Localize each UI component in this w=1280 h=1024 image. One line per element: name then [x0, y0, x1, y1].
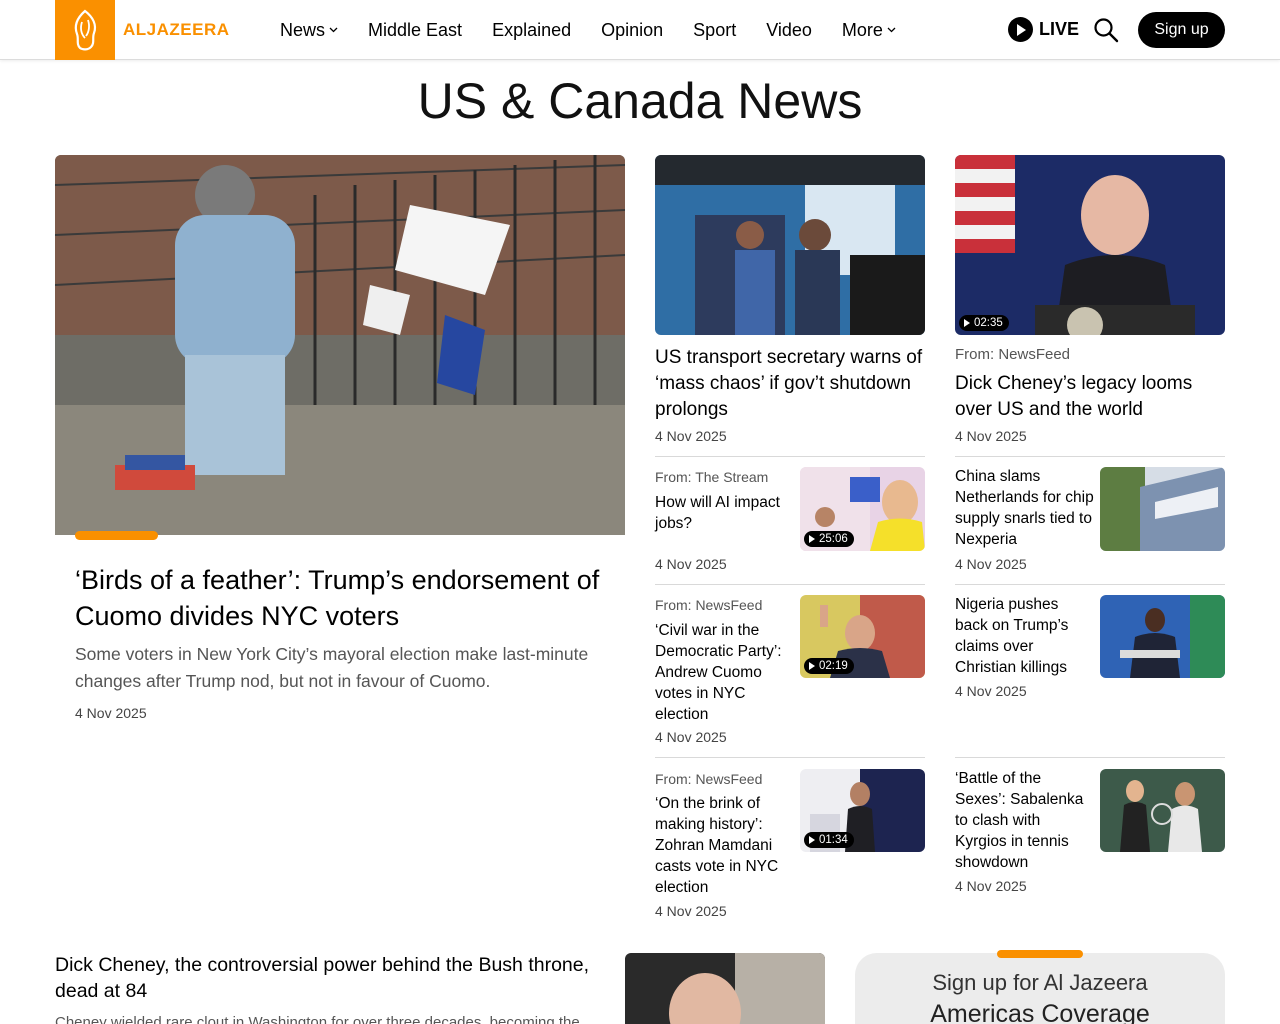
divider [655, 757, 925, 758]
cuomo-vote-headline[interactable]: ‘Civil war in the Democratic Party’: And… [655, 620, 795, 725]
cheney-legacy-date: 4 Nov 2025 [955, 428, 1027, 444]
play-icon [809, 535, 815, 543]
mamdani-vote-image[interactable]: 01:34 [800, 769, 925, 852]
video-duration-badge: 02:19 [804, 658, 854, 674]
duration-label: 02:19 [819, 660, 848, 672]
nav-video-label: Video [766, 19, 812, 40]
site-logo[interactable]: ALJAZEERA [55, 0, 230, 60]
video-duration-badge: 25:06 [804, 531, 854, 547]
divider [655, 456, 925, 457]
transport-story-date: 4 Nov 2025 [655, 428, 727, 444]
feature-accent-bar [75, 531, 158, 540]
nav-news[interactable]: News [280, 20, 338, 41]
feature-summary: Some voters in New York City’s mayoral e… [75, 644, 589, 691]
feature-date: 4 Nov 2025 [75, 705, 147, 721]
video-duration-badge: 01:34 [804, 832, 854, 848]
search-icon[interactable] [1093, 17, 1119, 43]
site-header: ALJAZEERA News Middle East Explained Opi… [0, 0, 1280, 60]
mamdani-vote-source[interactable]: From: NewsFeed [655, 771, 762, 787]
brand-name: ALJAZEERA [123, 20, 230, 39]
cuomo-vote-date: 4 Nov 2025 [655, 729, 727, 745]
cheney-obituary-summary: Cheney wielded rare clout in Washington … [55, 1014, 580, 1024]
nav-more[interactable]: More [842, 20, 896, 41]
mamdani-vote-date: 4 Nov 2025 [655, 903, 727, 919]
sabalenka-kyrgios-image[interactable] [1100, 769, 1225, 852]
cheney-legacy-headline[interactable]: Dick Cheney’s legacy looms over US and t… [955, 371, 1225, 423]
play-icon [809, 836, 815, 844]
newsletter-subheading: Americas Coverage [930, 1000, 1150, 1024]
cuomo-vote-source[interactable]: From: NewsFeed [655, 597, 762, 613]
newsletter-accent-bar [997, 950, 1083, 958]
divider [955, 456, 1225, 457]
nav-opinion[interactable]: Opinion [601, 20, 663, 41]
nav-news-label: News [280, 19, 326, 40]
nav-explained-label: Explained [492, 19, 572, 40]
nav-video[interactable]: Video [766, 20, 812, 41]
video-duration-badge: 02:35 [959, 315, 1009, 331]
cheney-obituary-image[interactable] [625, 953, 825, 1024]
duration-label: 25:06 [819, 533, 848, 545]
nav-middle-east[interactable]: Middle East [368, 20, 462, 41]
ai-jobs-source[interactable]: From: The Stream [655, 469, 768, 485]
china-nexperia-date: 4 Nov 2025 [955, 556, 1027, 572]
nav-sport[interactable]: Sport [693, 20, 736, 41]
nigeria-date: 4 Nov 2025 [955, 683, 1027, 699]
live-button[interactable]: LIVE [1008, 17, 1079, 42]
sabalenka-kyrgios-headline[interactable]: ‘Battle of the Sexes’: Sabalenka to clas… [955, 768, 1095, 873]
chevron-down-icon [329, 27, 338, 33]
live-label: LIVE [1039, 19, 1080, 39]
nav-explained[interactable]: Explained [492, 20, 571, 41]
nigeria-image[interactable] [1100, 595, 1225, 678]
china-nexperia-headline[interactable]: China slams Netherlands for chip supply … [955, 466, 1095, 550]
china-nexperia-image[interactable] [1100, 467, 1225, 551]
main-nav: News Middle East Explained Opinion Sport… [280, 0, 926, 60]
cheney-legacy-source[interactable]: From: NewsFeed [955, 346, 1070, 363]
cheney-legacy-image[interactable]: 02:35 [955, 155, 1225, 335]
newsletter-heading: Sign up for Al Jazeera [932, 970, 1148, 995]
play-icon [964, 319, 970, 327]
sabalenka-kyrgios-date: 4 Nov 2025 [955, 878, 1027, 894]
ai-jobs-date: 4 Nov 2025 [655, 556, 727, 572]
mamdani-vote-headline[interactable]: ‘On the brink of making history’: Zohran… [655, 793, 795, 898]
chevron-down-icon [887, 27, 896, 33]
divider [655, 584, 925, 585]
ai-jobs-image[interactable]: 25:06 [800, 467, 925, 551]
cuomo-vote-image[interactable]: 02:19 [800, 595, 925, 678]
page-title: US & Canada News [417, 73, 863, 129]
nav-middle-east-label: Middle East [368, 19, 463, 40]
transport-story-headline[interactable]: US transport secretary warns of ‘mass ch… [655, 345, 925, 423]
duration-label: 02:35 [974, 317, 1003, 329]
ai-jobs-headline[interactable]: How will AI impact jobs? [655, 492, 795, 534]
feature-image[interactable] [55, 155, 625, 535]
sign-up-button[interactable]: Sign up [1138, 12, 1225, 48]
nav-opinion-label: Opinion [601, 19, 664, 40]
nav-sport-label: Sport [693, 19, 737, 40]
nav-more-label: More [841, 19, 883, 40]
nigeria-headline[interactable]: Nigeria pushes back on Trump’s claims ov… [955, 594, 1095, 678]
feature-headline[interactable]: ‘Birds of a feather’: Trump’s endorsemen… [75, 562, 615, 634]
divider [955, 584, 1225, 585]
aljazeera-logo-icon [55, 0, 115, 60]
divider [955, 757, 1225, 758]
play-icon [809, 662, 815, 670]
play-icon [1008, 17, 1033, 42]
transport-story-image[interactable] [655, 155, 925, 335]
cheney-obituary-headline[interactable]: Dick Cheney, the controversial power beh… [55, 952, 610, 1004]
duration-label: 01:34 [819, 834, 848, 846]
